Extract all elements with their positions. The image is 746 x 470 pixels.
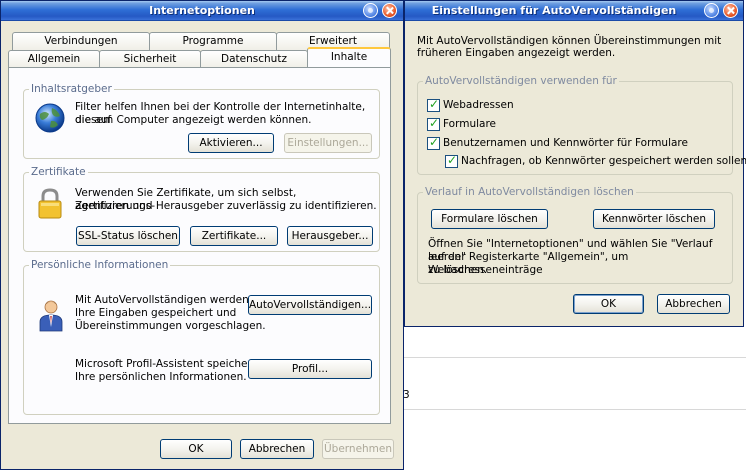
user-icon	[39, 300, 63, 332]
close-icon[interactable]	[382, 3, 397, 18]
tab-datenschutz[interactable]: Datenschutz	[200, 50, 308, 68]
autocomplete-description-1: Mit AutoVervollständigen werden	[75, 294, 249, 306]
clear-forms-button[interactable]: Formulare löschen	[431, 209, 548, 229]
internet-options-titlebar[interactable]: Internetoptionen	[1, 1, 403, 21]
content-advisor-description-2: diesem Computer angezeigt werden können.	[75, 114, 312, 126]
checkmark-icon: ✓	[429, 97, 440, 111]
checkbox-forms[interactable]: ✓ Formulare	[427, 116, 727, 132]
publishers-button[interactable]: Herausgeber...	[287, 226, 373, 246]
autocomplete-description-3: Übereinstimmungen vorgeschlagen.	[75, 320, 266, 332]
group-title: Persönliche Informationen	[29, 259, 171, 271]
certificates-button[interactable]: Zertifikate...	[190, 226, 278, 246]
personal-information-group: Persönliche Informationen Mit AutoVervol…	[23, 259, 380, 415]
help-icon[interactable]	[704, 3, 719, 18]
autocomplete-use-group: AutoVervollständigen verwenden für ✓ Web…	[417, 75, 746, 175]
content-advisor-group: Inhaltsratgeber Filter helfen Ihnen bei …	[23, 83, 380, 159]
apply-button[interactable]: Übernehmen	[322, 439, 394, 459]
window-title: Internetoptionen	[149, 4, 255, 17]
tab-allgemein[interactable]: Allgemein	[8, 50, 100, 68]
checkbox-box[interactable]: ✓	[427, 97, 440, 112]
autocomplete-settings-titlebar[interactable]: Einstellungen für AutoVervollständigen	[405, 1, 743, 21]
autocomplete-settings-window: Einstellungen für AutoVervollständigen M…	[404, 0, 746, 327]
checkmark-icon: ✓	[429, 116, 440, 130]
checkbox-web-addresses[interactable]: ✓ Webadressen	[427, 97, 727, 113]
background-divider	[404, 357, 746, 358]
autocomplete-intro-2: früheren Eingaben angezeigt werden.	[417, 47, 616, 59]
ok-button[interactable]: OK	[160, 439, 232, 459]
certificates-description-2: agenturen und Herausgeber zuverlässig zu…	[75, 200, 377, 212]
background-divider	[404, 409, 746, 410]
content-advisor-settings-button[interactable]: Einstellungen...	[284, 133, 372, 153]
lock-icon	[38, 188, 62, 219]
checkbox-label: Formulare	[443, 118, 497, 130]
profile-description-2: Ihre persönlichen Informationen.	[75, 371, 247, 383]
tab-verbindungen[interactable]: Verbindungen	[12, 32, 150, 50]
certificates-group: Zertifikate Verwenden Sie Zertifikate, u…	[23, 166, 380, 252]
clear-info-3: zu löschen.	[428, 264, 488, 276]
autocomplete-ok-button[interactable]: OK	[573, 294, 644, 314]
tab-programme[interactable]: Programme	[149, 32, 277, 50]
close-icon[interactable]	[723, 3, 738, 18]
globe-icon	[35, 103, 65, 133]
checkbox-label: Webadressen	[443, 99, 514, 111]
clear-passwords-button[interactable]: Kennwörter löschen	[593, 209, 715, 229]
group-title: AutoVervollständigen verwenden für	[423, 75, 619, 87]
internet-options-window: Internetoptionen Verbindungen Programme …	[0, 0, 404, 470]
group-title: Inhaltsratgeber	[29, 83, 114, 95]
inhalte-tab-panel: Inhaltsratgeber Filter helfen Ihnen bei …	[8, 67, 391, 424]
cancel-button[interactable]: Abbrechen	[240, 439, 314, 459]
autocomplete-button[interactable]: AutoVervollständigen...	[248, 295, 372, 315]
tab-inhalte[interactable]: Inhalte	[307, 47, 391, 67]
dialog-title: Einstellungen für AutoVervollständigen	[431, 4, 677, 17]
background-text: 3	[403, 389, 410, 401]
checkmark-icon: ✓	[429, 135, 440, 149]
checkbox-usernames-passwords[interactable]: ✓ Benutzernamen und Kennwörter für Formu…	[427, 135, 727, 151]
activate-button[interactable]: Aktivieren...	[188, 133, 274, 153]
group-title: Verlauf in AutoVervollständigen löschen	[423, 186, 636, 198]
ssl-status-clear-button[interactable]: SSL-Status löschen	[76, 226, 180, 246]
checkbox-label: Nachfragen, ob Kennwörter gespeichert we…	[461, 155, 746, 167]
checkbox-box[interactable]: ✓	[427, 135, 440, 150]
autocomplete-clear-group: Verlauf in AutoVervollständigen löschen …	[417, 186, 733, 284]
group-title: Zertifikate	[29, 166, 88, 178]
autocomplete-description-2: Ihre Eingaben gespeichert und	[75, 307, 237, 319]
checkbox-box[interactable]: ✓	[427, 116, 440, 131]
tab-sicherheit[interactable]: Sicherheit	[99, 50, 201, 68]
profile-button[interactable]: Profil...	[248, 359, 372, 379]
help-icon[interactable]	[363, 3, 378, 18]
checkbox-label: Benutzernamen und Kennwörter für Formula…	[443, 137, 688, 149]
profile-description-1: Microsoft Profil-Assistent speichert	[75, 358, 256, 370]
checkmark-icon: ✓	[447, 153, 458, 167]
checkbox-box[interactable]: ✓	[445, 153, 458, 168]
autocomplete-cancel-button[interactable]: Abbrechen	[657, 294, 730, 314]
checkbox-ask-save-passwords[interactable]: ✓ Nachfragen, ob Kennwörter gespeichert …	[445, 153, 746, 169]
